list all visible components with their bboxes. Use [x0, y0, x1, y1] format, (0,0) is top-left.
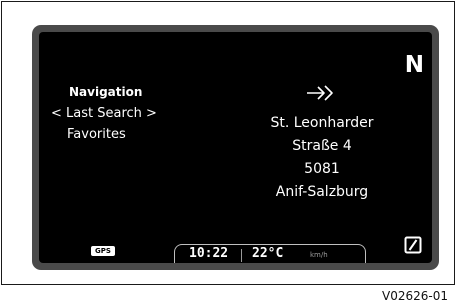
address-line-postcode: 5081	[304, 161, 340, 177]
menu-item-last-search[interactable]: < Last Search >	[51, 104, 157, 124]
compass-heading: N	[404, 52, 424, 78]
address-line-city: Anif-Salzburg	[275, 184, 369, 200]
address-line-number: Straße 4	[292, 138, 352, 154]
address-line-street: St. Leonharder	[270, 115, 374, 131]
figure-frame: N Navigation < Last Search > Favorites S…	[1, 1, 455, 285]
menu-title: Navigation	[69, 85, 143, 99]
display-bezel: N Navigation < Last Search > Favorites S…	[32, 25, 439, 270]
outside-temperature: 22°C	[252, 246, 284, 261]
status-divider	[241, 249, 242, 262]
clock-time: 10:22	[189, 246, 229, 261]
menu-item-favorites[interactable]: Favorites	[67, 125, 126, 145]
speed-unit: km/h	[310, 251, 328, 259]
display-screen: N Navigation < Last Search > Favorites S…	[39, 32, 432, 263]
arrow-into-target-icon	[307, 85, 333, 101]
slashed-square-icon	[404, 236, 422, 254]
gps-badge: GPS	[91, 246, 115, 256]
figure-id: V02626-01	[382, 289, 448, 303]
destination-address: St. Leonharder Straße 4 5081 Anif-Salzbu…	[247, 112, 397, 204]
status-bar: 10:22 22°C km/h	[174, 244, 366, 263]
